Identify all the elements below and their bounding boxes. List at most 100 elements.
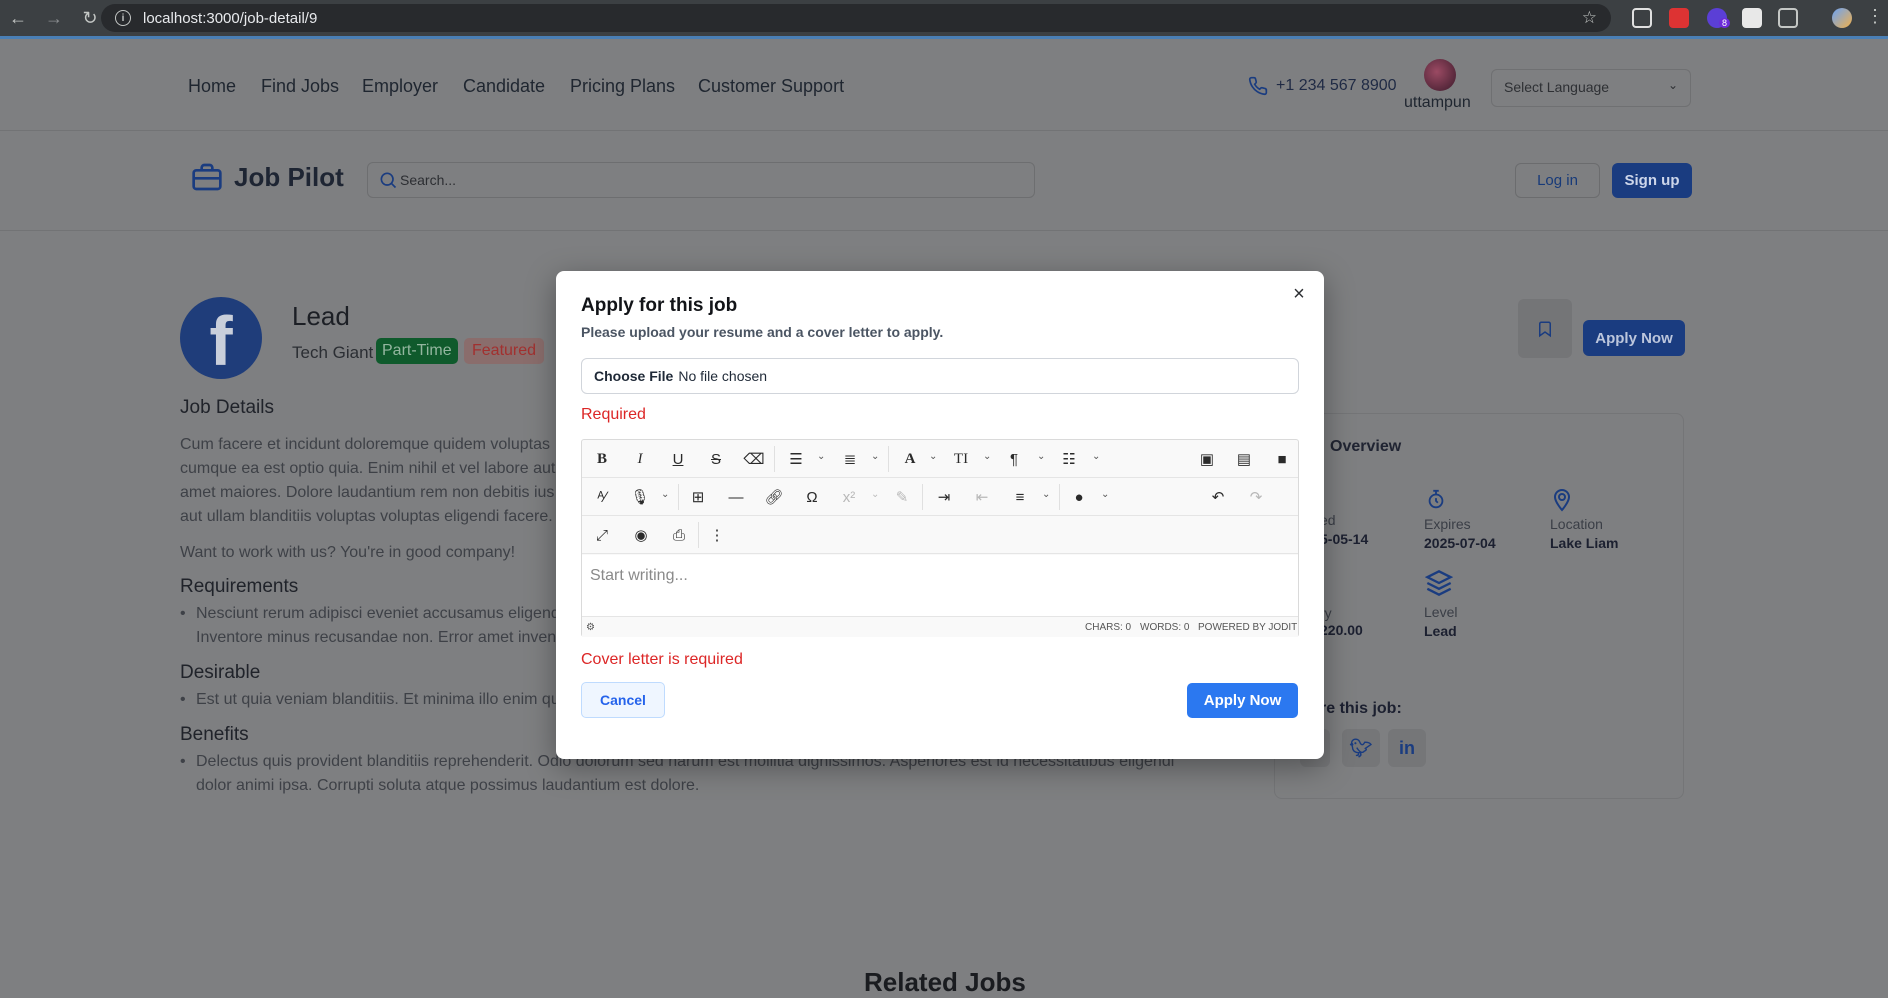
- numbered-list-icon[interactable]: ≣: [841, 448, 859, 470]
- link-icon[interactable]: 🔗︎: [764, 486, 783, 508]
- table-icon[interactable]: ⊞: [689, 486, 707, 508]
- language-select[interactable]: Select Language ⌄: [1491, 69, 1691, 107]
- cover-letter-error: Cover letter is required: [581, 651, 743, 668]
- url-text: localhost:3000/job-detail/9: [143, 9, 318, 27]
- site-info-icon[interactable]: i: [115, 10, 131, 26]
- bookmark-icon: [1539, 321, 1551, 337]
- redo-icon[interactable]: ↷: [1247, 486, 1265, 508]
- special-char-icon[interactable]: Ω: [803, 486, 821, 508]
- font-icon[interactable]: A: [902, 448, 918, 470]
- chevron-down-icon[interactable]: ⌄: [871, 489, 879, 500]
- menu-icon[interactable]: ⋮: [1866, 7, 1884, 28]
- preview-eye-icon[interactable]: ◉: [632, 524, 650, 546]
- phone-contact: +1 234 567 8900: [1248, 76, 1397, 96]
- extension-icon[interactable]: [1669, 8, 1689, 28]
- image-icon[interactable]: ▣: [1198, 448, 1216, 470]
- list-item-continued: Inventore minus recusandae non. Error am…: [196, 629, 561, 646]
- modal-subtitle: Please upload your resume and a cover le…: [581, 324, 944, 340]
- nav-customer-support[interactable]: Customer Support: [698, 76, 844, 97]
- chevron-down-icon[interactable]: ⌄: [929, 451, 937, 462]
- strikethrough-icon[interactable]: S: [708, 448, 724, 470]
- job-details-heading: Job Details: [180, 397, 274, 418]
- nav-home[interactable]: Home: [188, 76, 236, 97]
- close-icon[interactable]: ×: [1290, 284, 1308, 304]
- level-label: Level: [1424, 604, 1458, 620]
- eraser-icon[interactable]: ⌫: [743, 448, 764, 470]
- job-description-line: amet maiores. Dolore laudantium rem non …: [180, 484, 555, 501]
- outdent-icon[interactable]: ⇤: [973, 486, 991, 508]
- subscript-icon[interactable]: x²: [841, 486, 857, 508]
- bookmark-button[interactable]: [1518, 299, 1572, 358]
- chevron-down-icon[interactable]: ⌄: [1101, 489, 1109, 500]
- chevron-down-icon[interactable]: ⌄: [983, 451, 991, 462]
- address-bar[interactable]: i localhost:3000/job-detail/9 ☆: [101, 4, 1611, 32]
- chevron-down-icon[interactable]: ⌄: [1037, 451, 1045, 462]
- requirements-heading: Requirements: [180, 576, 299, 597]
- bookmark-star-icon[interactable]: ☆: [1582, 8, 1597, 28]
- copy-format-icon[interactable]: ✎: [893, 486, 911, 508]
- font-size-icon[interactable]: TI: [952, 448, 970, 470]
- line-height-icon[interactable]: ☷: [1060, 448, 1078, 470]
- editor-toolbar-row: B I U S ⌫ ☰ ⌄ ≣ ⌄ A ⌄ TI ⌄ ¶ ⌄ ☷ ⌄ ▣ ▤ ■: [582, 440, 1298, 478]
- choose-file-button[interactable]: Choose File: [594, 368, 673, 384]
- logo-text: Job Pilot: [234, 161, 344, 192]
- video-icon[interactable]: ■: [1273, 448, 1291, 470]
- cancel-button[interactable]: Cancel: [581, 682, 665, 718]
- overview-title: Overview: [1330, 438, 1402, 455]
- extension-badge: 8: [1719, 18, 1731, 28]
- profile-icon[interactable]: [1832, 8, 1852, 28]
- apply-now-submit-button[interactable]: Apply Now: [1187, 683, 1298, 718]
- benefits-heading: Benefits: [180, 724, 249, 745]
- signup-button[interactable]: Sign up: [1612, 163, 1692, 198]
- microphone-icon[interactable]: 🎙︎: [630, 486, 649, 508]
- toolbar-separator: [698, 522, 699, 548]
- horizontal-rule-icon[interactable]: —: [727, 486, 745, 508]
- cover-letter-editor: B I U S ⌫ ☰ ⌄ ≣ ⌄ A ⌄ TI ⌄ ¶ ⌄ ☷ ⌄ ▣ ▤ ■…: [581, 439, 1299, 637]
- share-linkedin-button[interactable]: in: [1388, 729, 1426, 767]
- nav-find-jobs[interactable]: Find Jobs: [261, 76, 339, 97]
- bold-icon[interactable]: B: [594, 448, 610, 470]
- extension-icon[interactable]: 8: [1707, 8, 1731, 28]
- italic-icon[interactable]: I: [632, 448, 648, 470]
- avatar[interactable]: [1424, 59, 1456, 91]
- more-options-icon[interactable]: ⋮: [710, 524, 725, 546]
- bullet-list-icon[interactable]: ☰: [787, 448, 805, 470]
- chevron-down-icon[interactable]: ⌄: [661, 489, 669, 500]
- cover-letter-textarea[interactable]: Start writing...: [582, 555, 1298, 617]
- align-icon[interactable]: ≡: [1011, 486, 1029, 508]
- search-input[interactable]: Search...: [367, 162, 1035, 198]
- resize-handle-icon[interactable]: ⚙: [586, 622, 595, 633]
- file-icon[interactable]: ▤: [1236, 448, 1252, 470]
- expires-value: 2025-07-04: [1424, 535, 1496, 551]
- chevron-down-icon[interactable]: ⌄: [1092, 451, 1100, 462]
- modal-title: Apply for this job: [581, 295, 738, 316]
- undo-icon[interactable]: ↶: [1209, 486, 1227, 508]
- paragraph-icon[interactable]: ¶: [1006, 448, 1022, 470]
- nav-employer[interactable]: Employer: [362, 76, 438, 97]
- powered-by[interactable]: POWERED BY JODIT: [1198, 622, 1297, 633]
- print-icon[interactable]: ⎙: [670, 524, 688, 546]
- chevron-down-icon[interactable]: ⌄: [817, 451, 825, 462]
- share-twitter-button[interactable]: 🐦︎: [1342, 729, 1380, 767]
- chevron-down-icon[interactable]: ⌄: [871, 451, 879, 462]
- nav-candidate[interactable]: Candidate: [463, 76, 545, 97]
- back-icon[interactable]: ←: [0, 0, 36, 36]
- brush-icon[interactable]: ●: [1071, 486, 1087, 508]
- briefcase-icon: [192, 163, 222, 191]
- extension-icon[interactable]: [1632, 8, 1652, 28]
- location-icon: [1553, 488, 1571, 512]
- extension-icon[interactable]: [1742, 8, 1762, 28]
- apply-now-button[interactable]: Apply Now: [1583, 320, 1685, 356]
- fullscreen-icon[interactable]: ⤢: [594, 524, 610, 546]
- underline-icon[interactable]: U: [670, 448, 686, 470]
- login-button[interactable]: Log in: [1515, 163, 1600, 198]
- extensions-puzzle-icon[interactable]: [1778, 8, 1798, 28]
- chevron-down-icon[interactable]: ⌄: [1042, 489, 1050, 500]
- site-logo[interactable]: Job Pilot: [190, 161, 344, 193]
- resume-file-input[interactable]: Choose File No file chosen: [581, 358, 1299, 394]
- nav-pricing-plans[interactable]: Pricing Plans: [570, 76, 675, 97]
- forward-icon[interactable]: →: [36, 0, 72, 36]
- spellcheck-icon[interactable]: ᴬ∕: [594, 486, 610, 508]
- level-value: Lead: [1424, 623, 1457, 639]
- indent-icon[interactable]: ⇥: [935, 486, 953, 508]
